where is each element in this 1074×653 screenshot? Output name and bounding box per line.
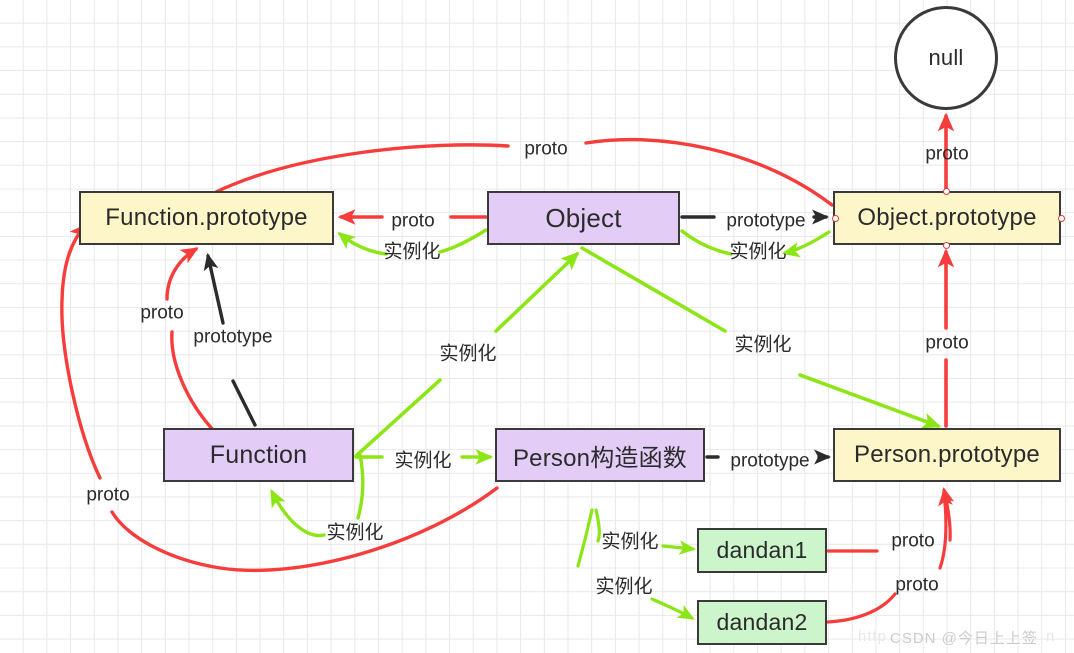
edge-label-proto-top: proto bbox=[524, 138, 568, 160]
edge-function-instance-object bbox=[354, 378, 442, 458]
node-person-prototype[interactable]: Person.prototype bbox=[833, 428, 1061, 482]
edge-dandan1-instance bbox=[594, 508, 601, 543]
edge-dandan1-instance-b bbox=[661, 540, 696, 555]
node-null-label: null bbox=[928, 45, 964, 70]
edge-label-instance-dandan2: 实例化 bbox=[595, 576, 653, 598]
edge-label-proto-personproto: proto bbox=[925, 332, 969, 354]
watermark-faint-right: n bbox=[1046, 628, 1056, 645]
node-person-constructor[interactable]: Person构造函数 bbox=[495, 428, 705, 482]
edge-label-proto-null: proto bbox=[925, 143, 969, 165]
node-function-label: Function bbox=[209, 440, 308, 469]
node-dandan1[interactable]: dandan1 bbox=[697, 528, 827, 573]
node-null[interactable]: null bbox=[894, 6, 998, 110]
edge-label-instance-5: 实例化 bbox=[394, 450, 452, 472]
edge-function-instance-object-b bbox=[494, 251, 580, 333]
edge-personctor-to-functionproto bbox=[110, 486, 499, 573]
node-person-prototype-label: Person.prototype bbox=[854, 441, 1040, 468]
edge-objectproto-instance bbox=[781, 230, 831, 258]
edge-object-instance-personproto bbox=[580, 246, 727, 333]
edge-object-instance-functionproto-b bbox=[337, 232, 388, 256]
port-objectproto-bottom[interactable] bbox=[942, 241, 950, 249]
watermark-main: CSDN @今日上上签 bbox=[890, 630, 1038, 647]
node-object-label: Object bbox=[545, 202, 622, 233]
edge-objectproto-instance-b bbox=[680, 229, 733, 256]
edge-label-instance-4: 实例化 bbox=[734, 334, 792, 356]
edge-label-proto-function: proto bbox=[140, 302, 184, 324]
edge-label-prototype-person: prototype bbox=[730, 450, 810, 472]
edge-personctor-instance-function bbox=[356, 453, 365, 520]
edge-label-proto-object: proto bbox=[391, 210, 435, 232]
node-dandan2-label: dandan2 bbox=[716, 609, 808, 635]
edge-label-instance-dandan1: 实例化 bbox=[601, 531, 659, 553]
edge-label-instance-1: 实例化 bbox=[383, 241, 441, 263]
edge-dandan2-to-personproto-b bbox=[938, 489, 953, 570]
edge-label-prototype-function: prototype bbox=[193, 326, 273, 348]
edge-dandan2-instance bbox=[576, 508, 594, 568]
edge-label-instance-2: 实例化 bbox=[729, 241, 787, 263]
node-function-prototype[interactable]: Function.prototype bbox=[79, 191, 334, 245]
edge-label-instance-6: 实例化 bbox=[326, 522, 384, 544]
edge-objectproto-to-functionproto-b bbox=[214, 143, 510, 194]
edge-dandan2-instance-b bbox=[650, 597, 695, 620]
node-object-prototype[interactable]: Object.prototype bbox=[833, 191, 1061, 245]
edge-dandan2-to-personproto bbox=[826, 592, 897, 624]
edge-function-prototype-functionproto-b bbox=[203, 253, 225, 325]
port-objectproto-left[interactable] bbox=[831, 214, 839, 222]
edge-dandan1-to-personproto-b bbox=[939, 487, 955, 542]
node-object[interactable]: Object bbox=[487, 191, 680, 245]
edge-label-prototype-object: prototype bbox=[726, 210, 806, 232]
edge-label-proto-dandan1: proto bbox=[891, 530, 935, 552]
edge-label-proto-bottomleft: proto bbox=[86, 484, 130, 506]
node-person-constructor-label: Person构造函数 bbox=[512, 444, 688, 472]
edge-function-to-functionproto-proto-b bbox=[165, 247, 199, 301]
edge-object-instance-personproto-b bbox=[798, 373, 942, 429]
node-function-prototype-label: Function.prototype bbox=[105, 204, 308, 231]
port-objectproto-right[interactable] bbox=[1057, 214, 1065, 222]
node-object-prototype-label: Object.prototype bbox=[857, 204, 1037, 231]
edge-object-instance-functionproto bbox=[438, 228, 488, 254]
edge-personctor-to-functionproto-b bbox=[60, 223, 102, 480]
node-dandan1-label: dandan1 bbox=[716, 537, 808, 563]
watermark-faint-left: http bbox=[858, 628, 888, 645]
edge-function-prototype-functionproto bbox=[231, 379, 257, 427]
diagram-canvas: null Function.prototype Object Object.pr… bbox=[0, 0, 1074, 653]
edge-label-proto-dandan2: proto bbox=[895, 574, 939, 596]
node-dandan2[interactable]: dandan2 bbox=[697, 600, 827, 645]
edge-personctor-instance-function-b bbox=[270, 489, 326, 538]
node-function[interactable]: Function bbox=[163, 428, 354, 482]
edge-label-instance-3: 实例化 bbox=[439, 343, 497, 365]
port-objectproto-top[interactable] bbox=[942, 187, 950, 195]
